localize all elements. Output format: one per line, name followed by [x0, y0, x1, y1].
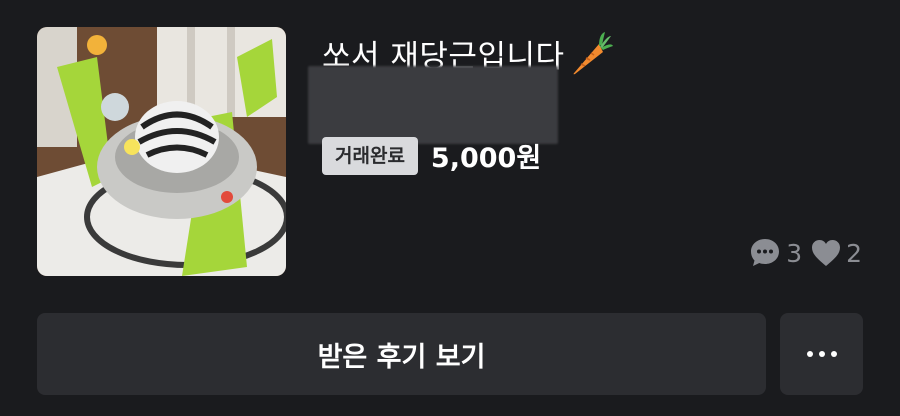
more-button[interactable] — [780, 313, 863, 395]
item-thumbnail[interactable] — [37, 27, 286, 276]
more-horizontal-icon — [806, 351, 837, 357]
status-price-row: 거래완료 5,000원 — [322, 136, 541, 175]
chat-count: 3 — [786, 238, 803, 268]
chat-stat: 3 — [748, 236, 802, 270]
redacted-location — [308, 66, 558, 144]
like-stat: 2 — [810, 238, 862, 268]
chat-bubble-icon — [751, 239, 780, 266]
status-badge: 거래완료 — [322, 136, 418, 175]
baby-jumper-image — [37, 27, 286, 276]
carrot-icon — [569, 30, 613, 76]
view-reviews-button[interactable]: 받은 후기 보기 — [37, 313, 766, 395]
like-count: 2 — [846, 238, 862, 268]
heart-icon — [812, 240, 841, 266]
item-stats: 3 2 — [748, 236, 862, 270]
item-price: 5,000원 — [430, 143, 542, 174]
